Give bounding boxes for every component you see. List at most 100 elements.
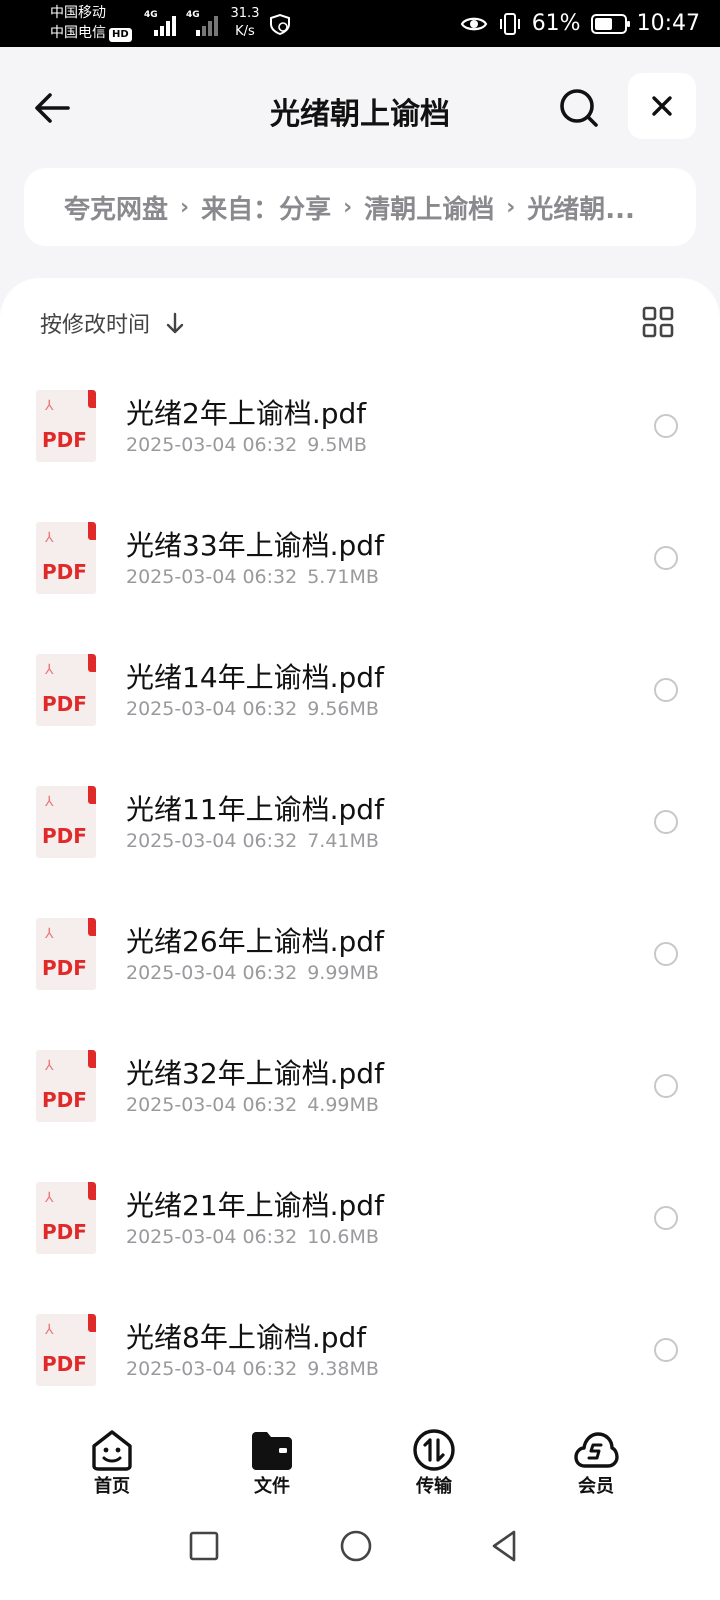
file-name: 光绪11年上谕档.pdf	[126, 793, 384, 826]
battery-percent: 61%	[531, 11, 581, 36]
file-meta: 2025-03-04 06:32 4.99MB	[126, 1094, 379, 1116]
breadcrumb: 夸克网盘 › 来自：分享 › 清朝上谕档 › 光绪朝...	[24, 168, 696, 246]
pdf-file-icon: ⅄ PDF	[36, 1050, 96, 1122]
file-row[interactable]: ⅄ PDF 光绪11年上谕档.pdf 2025-03-04 06:32 7.41MB	[0, 786, 720, 918]
file-meta: 2025-03-04 06:32 9.38MB	[126, 1358, 379, 1380]
system-nav-bar	[0, 1500, 720, 1600]
select-checkbox[interactable]	[654, 546, 678, 570]
file-date: 2025-03-04 06:32	[126, 1094, 298, 1116]
file-date: 2025-03-04 06:32	[126, 1226, 298, 1248]
network-speed: 31.3 K/s	[230, 6, 260, 39]
file-meta: 2025-03-04 06:32 7.41MB	[126, 830, 379, 852]
pdf-file-icon: ⅄ PDF	[36, 918, 96, 990]
file-name: 光绪21年上谕档.pdf	[126, 1189, 384, 1222]
status-bar: 中国移动 中国电信 HD 4G 4G 31.3 K/s 61% 10:47	[0, 0, 720, 47]
file-name: 光绪2年上谕档.pdf	[126, 397, 367, 430]
bottom-nav: 首页 文件 传输 会员	[0, 1408, 720, 1500]
file-list: ⅄ PDF 光绪2年上谕档.pdf 2025-03-04 06:32 9.5MB ⅄…	[0, 390, 720, 1408]
select-checkbox[interactable]	[654, 414, 678, 438]
select-checkbox[interactable]	[654, 1074, 678, 1098]
file-row[interactable]: ⅄ PDF 光绪14年上谕档.pdf 2025-03-04 06:32 9.56MB	[0, 654, 720, 786]
file-size: 9.5MB	[307, 434, 367, 456]
close-icon	[652, 96, 672, 116]
pdf-file-icon: ⅄ PDF	[36, 522, 96, 594]
carrier-2: 中国电信	[50, 25, 106, 41]
file-meta: 2025-03-04 06:32 9.56MB	[126, 698, 379, 720]
close-button[interactable]	[628, 73, 696, 139]
clock: 10:47	[636, 11, 700, 36]
breadcrumb-item-share[interactable]: 来自：分享	[201, 189, 331, 226]
grid-view-icon[interactable]	[642, 306, 674, 338]
file-meta: 2025-03-04 06:32 9.5MB	[126, 434, 367, 456]
file-size: 5.71MB	[307, 566, 379, 588]
file-size: 9.56MB	[307, 698, 379, 720]
arrow-down-icon	[166, 312, 184, 334]
file-date: 2025-03-04 06:32	[126, 830, 298, 852]
file-row[interactable]: ⅄ PDF 光绪8年上谕档.pdf 2025-03-04 06:32 9.38MB	[0, 1314, 720, 1408]
battery-icon	[590, 13, 630, 34]
file-name: 光绪26年上谕档.pdf	[126, 925, 384, 958]
file-row[interactable]: ⅄ PDF 光绪21年上谕档.pdf 2025-03-04 06:32 10.6MB	[0, 1182, 720, 1314]
pdf-file-icon: ⅄ PDF	[36, 1182, 96, 1254]
file-size: 4.99MB	[307, 1094, 379, 1116]
select-checkbox[interactable]	[654, 1206, 678, 1230]
file-name: 光绪33年上谕档.pdf	[126, 529, 384, 562]
carrier-info: 中国移动 中国电信 HD	[50, 3, 132, 43]
file-name: 光绪14年上谕档.pdf	[126, 661, 384, 694]
sort-label: 按修改时间	[40, 313, 151, 338]
file-date: 2025-03-04 06:32	[126, 434, 298, 456]
file-date: 2025-03-04 06:32	[126, 698, 298, 720]
hd-badge: HD	[109, 28, 132, 42]
file-list-panel: 按修改时间 ⅄ PDF 光绪2年上谕档.pdf 2025-03-04 06:32 9…	[0, 278, 720, 1408]
select-checkbox[interactable]	[654, 1338, 678, 1362]
pdf-file-icon: ⅄ PDF	[36, 1314, 96, 1386]
file-size: 7.41MB	[307, 830, 379, 852]
select-checkbox[interactable]	[654, 678, 678, 702]
file-name: 光绪32年上谕档.pdf	[126, 1057, 384, 1090]
wifi-shield-icon	[270, 13, 290, 36]
recent-apps-icon[interactable]	[184, 1526, 224, 1566]
app-header: 光绪朝上谕档	[0, 47, 720, 165]
file-row[interactable]: ⅄ PDF 光绪33年上谕档.pdf 2025-03-04 06:32 5.71MB	[0, 522, 720, 654]
nav-item-home[interactable]: 首页	[62, 1428, 162, 1498]
file-name: 光绪8年上谕档.pdf	[126, 1321, 367, 1354]
chevron-right-icon: ›	[180, 194, 190, 220]
vibrate-icon	[499, 12, 520, 35]
select-checkbox[interactable]	[654, 810, 678, 834]
carrier-1: 中国移动	[50, 5, 106, 21]
chevron-right-icon: ›	[506, 194, 516, 220]
file-meta: 2025-03-04 06:32 9.99MB	[126, 962, 379, 984]
page-title: 光绪朝上谕档	[270, 97, 450, 132]
eye-icon	[460, 17, 487, 30]
chevron-right-icon: ›	[343, 194, 353, 220]
file-row[interactable]: ⅄ PDF 光绪2年上谕档.pdf 2025-03-04 06:32 9.5MB	[0, 390, 720, 522]
sort-selector[interactable]: 按修改时间	[40, 306, 186, 340]
nav-item-files[interactable]: 文件	[222, 1428, 322, 1498]
file-size: 9.99MB	[307, 962, 379, 984]
back-triangle-icon[interactable]	[486, 1526, 526, 1566]
file-row[interactable]: ⅄ PDF 光绪26年上谕档.pdf 2025-03-04 06:32 9.99MB	[0, 918, 720, 1050]
pdf-file-icon: ⅄ PDF	[36, 786, 96, 858]
file-size: 10.6MB	[307, 1226, 379, 1248]
file-date: 2025-03-04 06:32	[126, 566, 298, 588]
nav-item-transfer[interactable]: 传输	[384, 1428, 484, 1498]
file-size: 9.38MB	[307, 1358, 379, 1380]
home-circle-icon[interactable]	[336, 1526, 376, 1566]
file-date: 2025-03-04 06:32	[126, 1358, 298, 1380]
folder-icon	[252, 1432, 292, 1470]
file-row[interactable]: ⅄ PDF 光绪32年上谕档.pdf 2025-03-04 06:32 4.99MB	[0, 1050, 720, 1182]
vip-cloud-icon	[574, 1432, 619, 1468]
pdf-file-icon: ⅄ PDF	[36, 654, 96, 726]
breadcrumb-item-current[interactable]: 光绪朝...	[527, 189, 635, 226]
transfer-icon	[413, 1429, 455, 1471]
pdf-file-icon: ⅄ PDF	[36, 390, 96, 462]
breadcrumb-item-qing[interactable]: 清朝上谕档	[364, 189, 494, 226]
file-meta: 2025-03-04 06:32 10.6MB	[126, 1226, 379, 1248]
file-date: 2025-03-04 06:32	[126, 962, 298, 984]
file-meta: 2025-03-04 06:32 5.71MB	[126, 566, 379, 588]
breadcrumb-item-root[interactable]: 夸克网盘	[64, 189, 168, 226]
select-checkbox[interactable]	[654, 942, 678, 966]
search-icon[interactable]	[556, 85, 602, 131]
home-smile-icon	[92, 1430, 132, 1471]
nav-item-vip[interactable]: 会员	[546, 1428, 646, 1498]
